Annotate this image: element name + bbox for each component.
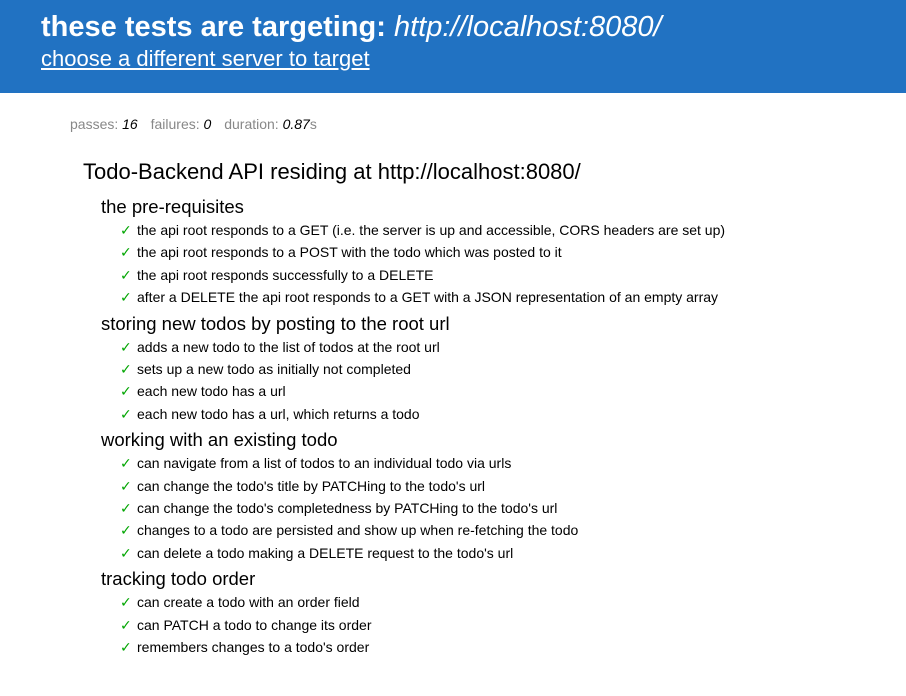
test-item: ✓ can change the todo's title by PATCHing… xyxy=(120,475,891,497)
test-list: ✓ can create a todo with an order field ✓ c… xyxy=(101,591,891,658)
test-group: tracking todo order ✓ can create a todo wi… xyxy=(101,567,891,658)
duration-value: 0.87 xyxy=(282,116,310,132)
test-item: ✓ changes to a todo are persisted and sho… xyxy=(120,519,891,541)
test-title[interactable]: can create a todo with an order field xyxy=(137,594,360,610)
test-item: ✓ sets up a new todo as initially not com… xyxy=(120,358,891,380)
test-title[interactable]: changes to a todo are persisted and show… xyxy=(137,522,578,538)
check-icon: ✓ xyxy=(120,244,132,261)
check-icon: ✓ xyxy=(120,594,132,611)
test-title[interactable]: can change the todo's completedness by P… xyxy=(137,500,557,516)
test-groups: the pre-requisites ✓ the api root responds… xyxy=(101,195,891,662)
check-icon: ✓ xyxy=(120,500,132,517)
test-list: ✓ the api root responds to a GET (i.e. th… xyxy=(101,219,891,309)
test-title[interactable]: the api root responds to a GET (i.e. the… xyxy=(137,222,725,238)
check-icon: ✓ xyxy=(120,522,132,539)
test-item: ✓ remembers changes to a todo's order xyxy=(120,636,891,658)
check-icon: ✓ xyxy=(120,405,132,422)
test-title[interactable]: each new todo has a url, which returns a… xyxy=(137,406,420,422)
test-item: ✓ the api root responds to a POST with th… xyxy=(120,241,891,263)
test-title[interactable]: can change the todo's title by PATCHing … xyxy=(137,478,485,494)
test-title[interactable]: each new todo has a url xyxy=(137,383,286,399)
target-heading: these tests are targeting: http://localh… xyxy=(41,9,662,45)
check-icon: ✓ xyxy=(120,289,132,306)
test-title[interactable]: can delete a todo making a DELETE reques… xyxy=(137,545,513,561)
test-group: the pre-requisites ✓ the api root responds… xyxy=(101,195,891,309)
group-title[interactable]: storing new todos by posting to the root… xyxy=(101,312,891,336)
check-icon: ✓ xyxy=(120,361,132,378)
test-item: ✓ the api root responds to a GET (i.e. th… xyxy=(120,219,891,241)
check-icon: ✓ xyxy=(120,222,132,238)
check-icon: ✓ xyxy=(120,383,132,400)
target-url: http://localhost:8080/ xyxy=(393,11,662,43)
check-icon: ✓ xyxy=(120,616,132,633)
test-title[interactable]: remembers changes to a todo's order xyxy=(137,639,369,655)
failures-label: failures: xyxy=(150,116,200,132)
passes-label: passes: xyxy=(70,116,119,132)
test-item: ✓ the api root responds successfully to a… xyxy=(120,264,891,286)
check-icon: ✓ xyxy=(120,266,132,283)
check-icon: ✓ xyxy=(120,544,132,561)
test-list: ✓ adds a new todo to the list of todos at… xyxy=(101,336,891,426)
check-icon: ✓ xyxy=(120,338,132,355)
duration-stat: duration: 0.87s xyxy=(224,116,317,132)
suite-title[interactable]: Todo-Backend API residing at http://loca… xyxy=(83,157,581,187)
target-heading-prefix: these tests are targeting: xyxy=(41,11,386,43)
test-item: ✓ can delete a todo making a DELETE reque… xyxy=(120,542,891,564)
test-title[interactable]: can PATCH a todo to change its order xyxy=(137,617,372,633)
failures-count: 0 xyxy=(203,116,212,132)
test-item: ✓ can change the todo's completedness by … xyxy=(120,497,891,519)
passes-count: 16 xyxy=(122,116,138,132)
test-item: ✓ each new todo has a url xyxy=(120,380,891,402)
test-item: ✓ can create a todo with an order field xyxy=(120,591,891,613)
check-icon: ✓ xyxy=(120,455,132,472)
passes-stat: passes: 16 xyxy=(70,116,138,132)
test-group: storing new todos by posting to the root… xyxy=(101,312,891,426)
duration-label: duration: xyxy=(224,116,279,132)
choose-server-link[interactable]: choose a different server to target xyxy=(41,45,370,73)
test-item: ✓ each new todo has a url, which returns … xyxy=(120,403,891,425)
target-header: these tests are targeting: http://localh… xyxy=(0,0,906,93)
test-title[interactable]: can navigate from a list of todos to an … xyxy=(137,455,511,471)
group-title[interactable]: working with an existing todo xyxy=(101,428,891,452)
check-icon: ✓ xyxy=(120,477,132,494)
test-item: ✓ can navigate from a list of todos to an… xyxy=(120,452,891,474)
test-group: working with an existing todo ✓ can naviga… xyxy=(101,428,891,564)
test-item: ✓ can PATCH a todo to change its order xyxy=(120,614,891,636)
test-title[interactable]: the api root responds to a POST with the… xyxy=(137,244,562,260)
page: these tests are targeting: http://localh… xyxy=(0,0,906,696)
test-title[interactable]: after a DELETE the api root responds to … xyxy=(137,289,718,305)
group-title[interactable]: the pre-requisites xyxy=(101,195,891,219)
check-icon: ✓ xyxy=(120,639,132,656)
test-title[interactable]: the api root responds successfully to a … xyxy=(137,267,433,283)
group-title[interactable]: tracking todo order xyxy=(101,567,891,591)
test-title[interactable]: adds a new todo to the list of todos at … xyxy=(137,339,440,355)
duration-unit: s xyxy=(309,116,317,132)
test-list: ✓ can navigate from a list of todos to an… xyxy=(101,452,891,564)
test-title[interactable]: sets up a new todo as initially not comp… xyxy=(137,361,411,377)
test-stats: passes: 16 failures: 0 duration: 0.87s xyxy=(70,115,326,133)
test-item: ✓ adds a new todo to the list of todos at… xyxy=(120,336,891,358)
failures-stat: failures: 0 xyxy=(151,116,212,132)
test-item: ✓ after a DELETE the api root responds to… xyxy=(120,286,891,308)
